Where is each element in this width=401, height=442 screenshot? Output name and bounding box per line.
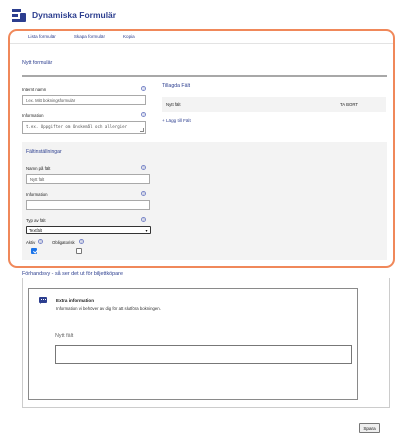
field-type-value: Textfält xyxy=(29,228,42,233)
information-label: Information xyxy=(22,113,44,118)
help-icon[interactable]: ? xyxy=(79,239,84,244)
preview-card-title: Extra information xyxy=(56,298,95,303)
added-field-name: Nytt fält xyxy=(166,102,181,107)
chevron-down-icon: ▾ xyxy=(145,228,148,233)
preview-field-label: Nytt fält xyxy=(55,333,74,339)
help-icon[interactable]: ? xyxy=(141,112,146,117)
form-title-divider xyxy=(22,75,387,77)
preview-card-description: Information vi behöver av dig för att sl… xyxy=(56,306,161,311)
help-icon[interactable]: ? xyxy=(141,191,146,196)
field-type-label: Typ av fält xyxy=(26,218,46,223)
field-settings-panel: Fältinställningar Namn på fält ? Nytt fä… xyxy=(22,142,387,260)
app-header: Dynamiska Formulär xyxy=(0,0,401,30)
required-checkbox[interactable] xyxy=(76,248,82,254)
preview-card: Extra information Information vi behöver… xyxy=(28,288,358,400)
field-information-input[interactable] xyxy=(26,200,150,210)
help-icon[interactable]: ? xyxy=(141,86,146,91)
field-name-input[interactable]: Nytt fält xyxy=(26,174,150,184)
internal-name-input[interactable]: t.ex. Mitt bokningsformulär xyxy=(22,95,146,105)
field-information-label: Information xyxy=(26,192,48,197)
added-field-row[interactable]: Nytt fält TA BORT xyxy=(162,97,386,112)
preview-field-input[interactable] xyxy=(55,345,352,364)
help-icon[interactable]: ? xyxy=(141,217,146,222)
chat-bubble-icon xyxy=(39,297,47,304)
help-icon[interactable]: ? xyxy=(38,239,43,244)
form-title: Nytt formulär xyxy=(22,60,53,66)
required-label: Obligatorisk xyxy=(52,240,75,245)
help-icon[interactable]: ? xyxy=(141,165,146,170)
information-textarea[interactable]: t.ex. Uppgifter om Onskemål och allergie… xyxy=(22,121,146,134)
add-field-link[interactable]: + Lägg till Fält xyxy=(162,118,191,123)
field-type-select[interactable]: Textfält ▾ xyxy=(26,226,151,234)
field-name-label: Namn på fält xyxy=(26,166,51,171)
active-checkbox[interactable] xyxy=(31,248,37,254)
save-button[interactable]: Spara xyxy=(359,423,380,433)
preview-title: Förhandsvy - så ser det ut för biljettkö… xyxy=(22,271,123,277)
app-title: Dynamiska Formulär xyxy=(32,10,117,20)
field-settings-title: Fältinställningar xyxy=(26,149,62,155)
tab-divider xyxy=(10,43,393,44)
internal-name-label: Internt namn xyxy=(22,87,47,92)
resize-handle-icon[interactable] xyxy=(140,128,144,132)
app-logo-icon xyxy=(12,8,26,22)
remove-field-button[interactable]: TA BORT xyxy=(340,102,358,107)
active-label: Aktiv xyxy=(26,240,36,245)
added-fields-title: Tillagda Fält xyxy=(162,83,191,89)
information-placeholder: t.ex. Uppgifter om Onskemål och allergie… xyxy=(26,124,128,129)
form-builder-panel: Lista formulär Skapa formulär Kopia Nytt… xyxy=(8,29,395,268)
